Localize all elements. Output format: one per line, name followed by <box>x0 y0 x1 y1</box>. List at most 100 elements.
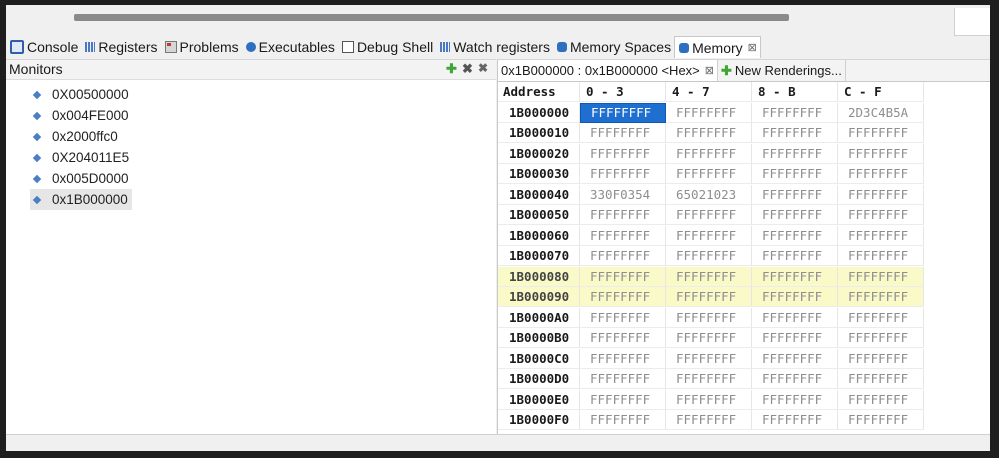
memory-value-cell[interactable]: FFFFFFFF <box>752 287 838 308</box>
address-cell: 1B0000E0 <box>498 389 580 410</box>
memory-value-cell[interactable]: FFFFFFFF <box>666 143 752 164</box>
memory-value-cell[interactable]: FFFFFFFF <box>838 123 924 144</box>
memory-value-cell[interactable]: FFFFFFFF <box>666 102 752 123</box>
memory-value-cell[interactable]: FFFFFFFF <box>752 246 838 267</box>
close-icon[interactable]: ⊠ <box>748 41 757 54</box>
memory-value-cell[interactable]: FFFFFFFF <box>666 246 752 267</box>
memory-value-cell[interactable]: FFFFFFFF <box>838 184 924 205</box>
rendering-tab-hex[interactable]: 0x1B000000 : 0x1B000000 <Hex> ⊠ <box>498 60 718 81</box>
memory-value-cell[interactable]: FFFFFFFF <box>666 307 752 328</box>
tab-problems[interactable]: Problems <box>161 36 242 58</box>
memory-value-cell[interactable]: FFFFFFFF <box>580 389 666 410</box>
memory-value-cell[interactable]: FFFFFFFF <box>580 307 666 328</box>
close-icon[interactable]: ⊠ <box>705 64 714 77</box>
memory-value-cell[interactable]: FFFFFFFF <box>838 225 924 246</box>
memory-value-cell[interactable]: FFFFFFFF <box>666 266 752 287</box>
memory-value-cell[interactable]: FFFFFFFF <box>580 348 666 369</box>
column-header-offset[interactable]: 4 - 7 <box>666 82 752 103</box>
monitor-item[interactable]: 0x2000ffc0 <box>30 126 132 147</box>
memory-value-cell[interactable]: FFFFFFFF <box>666 123 752 144</box>
monitor-item[interactable]: 0x1B000000 <box>30 189 133 210</box>
memory-value-cell[interactable]: FFFFFFFF <box>752 205 838 226</box>
address-cell: 1B000030 <box>498 164 580 185</box>
memory-value-cell[interactable]: FFFFFFFF <box>666 410 752 431</box>
memory-value-cell[interactable]: FFFFFFFF <box>666 164 752 185</box>
memory-value-cell[interactable]: FFFFFFFF <box>838 410 924 431</box>
column-header-offset[interactable]: 0 - 3 <box>580 82 666 103</box>
column-header-offset[interactable]: 8 - B <box>752 82 838 103</box>
memory-value-cell[interactable]: FFFFFFFF <box>838 205 924 226</box>
memory-value-cell[interactable]: FFFFFFFF <box>580 410 666 431</box>
memory-value-cell[interactable]: FFFFFFFF <box>580 225 666 246</box>
memory-value-cell[interactable]: FFFFFFFF <box>752 389 838 410</box>
memory-value-cell[interactable]: FFFFFFFF <box>752 123 838 144</box>
memory-value-cell[interactable]: FFFFFFFF <box>752 143 838 164</box>
memory-value-cell[interactable]: FFFFFFFF <box>752 369 838 390</box>
tab-memory-spaces[interactable]: Memory Spaces <box>553 36 674 58</box>
memory-value-cell[interactable]: FFFFFFFF <box>752 328 838 349</box>
memory-value-cell[interactable]: FFFFFFFF <box>666 225 752 246</box>
tab-debug-shell[interactable]: Debug Shell <box>338 36 436 58</box>
memory-value-cell[interactable]: FFFFFFFF <box>580 205 666 226</box>
monitors-header: Monitors ✚ ✖ ✖ <box>6 60 496 80</box>
memory-value-cell[interactable]: FFFFFFFF <box>580 164 666 185</box>
memory-value-cell[interactable]: FFFFFFFF <box>838 164 924 185</box>
memory-value-cell[interactable]: FFFFFFFF <box>580 123 666 144</box>
memory-value-cell[interactable]: FFFFFFFF <box>838 287 924 308</box>
memory-value-cell[interactable]: FFFFFFFF <box>580 143 666 164</box>
column-header-offset[interactable]: C - F <box>838 82 924 103</box>
memory-value-cell[interactable]: FFFFFFFF <box>838 307 924 328</box>
monitor-item[interactable]: 0x005D0000 <box>30 168 132 189</box>
memory-value-cell[interactable]: FFFFFFFF <box>666 389 752 410</box>
monitor-item[interactable]: 0X204011E5 <box>30 147 132 168</box>
memory-value-cell[interactable]: FFFFFFFF <box>580 369 666 390</box>
column-header-address[interactable]: Address <box>498 82 580 103</box>
memory-value-cell[interactable]: FFFFFFFF <box>752 102 838 123</box>
console-icon <box>10 40 24 54</box>
memory-value-cell[interactable]: FFFFFFFF <box>838 369 924 390</box>
memory-value-cell[interactable]: FFFFFFFF <box>838 328 924 349</box>
tab-registers[interactable]: Registers <box>81 36 160 58</box>
tab-label: Registers <box>98 39 158 55</box>
memory-value-cell[interactable]: FFFFFFFF <box>838 389 924 410</box>
tab-label: Memory Spaces <box>569 39 672 55</box>
new-renderings-tab[interactable]: ✚ New Renderings... <box>718 60 846 81</box>
toolbar-end-box <box>954 8 990 36</box>
memory-value-cell[interactable]: FFFFFFFF <box>580 102 666 123</box>
memory-value-cell[interactable]: FFFFFFFF <box>838 266 924 287</box>
memory-value-cell[interactable]: FFFFFFFF <box>838 246 924 267</box>
memory-value-cell[interactable]: 2D3C4B5A <box>838 102 924 123</box>
memory-value-cell[interactable]: FFFFFFFF <box>666 348 752 369</box>
memory-value-cell[interactable]: FFFFFFFF <box>838 143 924 164</box>
horizontal-scrollbar[interactable] <box>74 14 789 21</box>
tab-memory[interactable]: Memory ⊠ <box>674 36 761 58</box>
memory-value-cell[interactable]: FFFFFFFF <box>752 348 838 369</box>
memory-value-cell[interactable]: FFFFFFFF <box>580 266 666 287</box>
memory-value-cell[interactable]: FFFFFFFF <box>580 328 666 349</box>
table-row: 1B000040 330F0354 65021023 FFFFFFFF FFFFFFFF <box>498 184 924 206</box>
memory-value-cell[interactable]: FFFFFFFF <box>580 287 666 308</box>
memory-value-cell[interactable]: FFFFFFFF <box>838 348 924 369</box>
memory-value-cell[interactable]: FFFFFFFF <box>666 328 752 349</box>
memory-value-cell[interactable]: FFFFFFFF <box>580 246 666 267</box>
memory-value-cell[interactable]: 330F0354 <box>580 184 666 205</box>
memory-value-cell[interactable]: FFFFFFFF <box>752 307 838 328</box>
memory-value-cell[interactable]: FFFFFFFF <box>752 225 838 246</box>
memory-value-cell[interactable]: FFFFFFFF <box>752 410 838 431</box>
memory-value-cell[interactable]: FFFFFFFF <box>666 205 752 226</box>
remove-all-monitors-button[interactable]: ✖ <box>478 61 488 75</box>
memory-value-cell[interactable]: 65021023 <box>666 184 752 205</box>
tab-watch-registers[interactable]: Watch registers <box>436 36 553 58</box>
monitor-item[interactable]: 0x004FE000 <box>30 105 132 126</box>
remove-monitor-button[interactable]: ✖ <box>462 61 473 77</box>
monitor-address: 0X204011E5 <box>52 150 130 165</box>
add-monitor-button[interactable]: ✚ <box>446 61 457 77</box>
memory-value-cell[interactable]: FFFFFFFF <box>752 266 838 287</box>
monitor-item[interactable]: 0X00500000 <box>30 84 132 105</box>
memory-value-cell[interactable]: FFFFFFFF <box>752 184 838 205</box>
memory-value-cell[interactable]: FFFFFFFF <box>666 369 752 390</box>
memory-value-cell[interactable]: FFFFFFFF <box>666 287 752 308</box>
tab-console[interactable]: Console <box>6 36 81 58</box>
memory-value-cell[interactable]: FFFFFFFF <box>752 164 838 185</box>
tab-executables[interactable]: Executables <box>242 36 338 58</box>
